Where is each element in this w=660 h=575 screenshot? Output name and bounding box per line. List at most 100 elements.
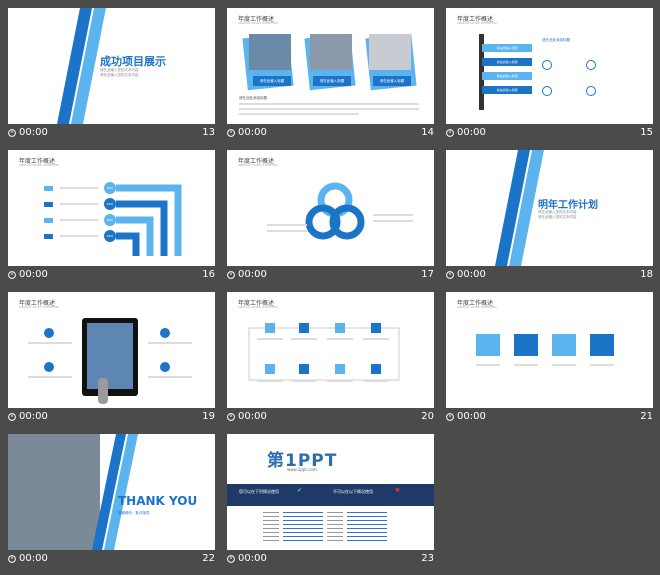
timer: 00:00 [8, 127, 48, 138]
slide-number: 13 [202, 127, 215, 138]
slide-thumb-14[interactable]: 年度工作概述 ANNUAL WORK OVERVIEW 请在此输入标题 请在此输… [227, 8, 434, 142]
clock-icon [8, 554, 16, 563]
circle-icon [586, 60, 596, 70]
slide-13-line1: 请在此输入您的文本内容 [100, 68, 139, 72]
link-list-left [283, 512, 323, 542]
timer: 00:00 [446, 411, 486, 422]
slide-number: 19 [202, 411, 215, 422]
clock-icon [227, 412, 235, 421]
text-line [148, 376, 192, 378]
timer-label: 00:00 [238, 411, 267, 422]
clock-icon [227, 554, 235, 563]
slide-18-line2: 请在此输入您的文本内容 [538, 215, 577, 219]
clock-icon [446, 128, 454, 137]
slide-thumb-16[interactable]: 年度工作概述 ANNUAL WORK OVERVIEW 40% 60% 80% … [8, 150, 215, 284]
slide-thumb-20[interactable]: 年度工作概述 ANNUAL WORK OVERVIEW 00:00 20 [227, 292, 434, 426]
slide-15-subtitle: ANNUAL WORK OVERVIEW [457, 21, 497, 25]
timer: 00:00 [227, 553, 267, 564]
circle-icon [44, 362, 54, 372]
qr-list [327, 512, 343, 542]
timer: 00:00 [227, 411, 267, 422]
slide-thumb-17[interactable]: 年度工作概述 ANNUAL WORK OVERVIEW 00:00 17 [227, 150, 434, 284]
check-icon: ✔ [297, 487, 303, 494]
timer: 00:00 [446, 127, 486, 138]
hand-icon [98, 378, 108, 404]
timer-label: 00:00 [19, 127, 48, 138]
text-line [590, 364, 614, 366]
slide-thumb-23[interactable]: 第1PPT www.1ppt.com 您可以在下列情况使用 不可以在以下情况使用… [227, 434, 434, 568]
tablet-screen [87, 323, 133, 389]
slide-thumb-18[interactable]: 明年工作计划 请在此输入您的文本内容 请在此输入您的文本内容 00:00 18 [446, 150, 653, 284]
text-line [552, 364, 576, 366]
step-4: 请在此输入标题 [482, 86, 532, 94]
step-2: 请在此输入标题 [482, 58, 532, 66]
circle-icon [542, 60, 552, 70]
slide-22-title: THANK YOU [118, 494, 198, 508]
timer: 00:00 [8, 269, 48, 280]
clock-icon [227, 270, 235, 279]
pct-1: 40% [106, 186, 114, 190]
slide-18-title: 明年工作计划 [538, 200, 598, 211]
slide-thumb-15[interactable]: 年度工作概述 ANNUAL WORK OVERVIEW 请在此输入标题 请在此输… [446, 8, 653, 142]
text-line [28, 376, 72, 378]
slide-22-line1: 感谢聆听 · 批评指导 [118, 511, 150, 515]
pct-2: 60% [106, 202, 114, 206]
timer: 00:00 [446, 269, 486, 280]
logo-url: www.1ppt.com [287, 467, 317, 472]
slide-thumb-21[interactable]: 年度工作概述 ANNUAL WORK OVERVIEW 00:00 21 [446, 292, 653, 426]
puzzle-piece-2 [514, 334, 538, 356]
text-line [148, 342, 192, 344]
text-line [239, 103, 419, 105]
process-flow [248, 323, 400, 382]
slide-15-head: 请在此处添加标题 [542, 38, 570, 42]
photo-3-caption: 请在此输入标题 [373, 76, 411, 86]
slide-number: 23 [421, 553, 434, 564]
link-list-right [347, 512, 387, 542]
slide-21-subtitle: ANNUAL WORK OVERVIEW [457, 305, 497, 309]
slide-19-subtitle: ANNUAL WORK OVERVIEW [19, 305, 59, 309]
slide-22-stripes [92, 434, 138, 550]
slide-14-subtitle: ANNUAL WORK OVERVIEW [238, 21, 278, 25]
timer: 00:00 [227, 127, 267, 138]
timer: 00:00 [8, 411, 48, 422]
clock-icon [227, 128, 235, 137]
timer-label: 00:00 [238, 269, 267, 280]
info-bar-right: 不可以在以下情况使用 [333, 489, 373, 494]
text-line [476, 364, 500, 366]
slide-number: 22 [202, 553, 215, 564]
slide-13-title: 成功项目展示 [100, 55, 166, 68]
pct-4: 90% [106, 234, 114, 238]
slide-16-bend-arrows [44, 182, 182, 256]
text-line [239, 108, 419, 110]
circle-icon [160, 362, 170, 372]
timer: 00:00 [8, 553, 48, 564]
photo-2 [310, 34, 352, 70]
info-bar [227, 484, 434, 506]
slide-number: 20 [421, 411, 434, 422]
circle-icon [160, 328, 170, 338]
text-line [28, 342, 72, 344]
slide-number: 17 [421, 269, 434, 280]
slide-number: 18 [640, 269, 653, 280]
slide-thumb-19[interactable]: 年度工作概述 ANNUAL WORK OVERVIEW 00:00 19 [8, 292, 215, 426]
clock-icon [8, 128, 16, 137]
slide-number: 16 [202, 269, 215, 280]
timer-label: 00:00 [19, 269, 48, 280]
photo-1-caption: 请在此输入标题 [253, 76, 291, 86]
slide-18-line1: 请在此输入您的文本内容 [538, 210, 577, 214]
slide-thumb-22[interactable]: THANK YOU 感谢聆听 · 批评指导 00:00 22 [8, 434, 215, 568]
qr-list [263, 512, 279, 542]
timer-label: 00:00 [457, 269, 486, 280]
slide-thumb-13[interactable]: 成功项目展示 请在此输入您的文本内容 请在此输入您的文本内容 00:00 13 [8, 8, 215, 142]
timer: 00:00 [227, 269, 267, 280]
puzzle-piece-3 [552, 334, 576, 356]
text-line [239, 113, 359, 115]
puzzle-piece-4 [590, 334, 614, 356]
slide-13-line2: 请在此输入您的文本内容 [100, 73, 139, 77]
clock-icon [446, 412, 454, 421]
timer-label: 00:00 [457, 411, 486, 422]
text-line [514, 364, 538, 366]
photo-3 [369, 34, 411, 70]
pct-3: 80% [106, 218, 114, 222]
cycle-diagram [267, 182, 413, 240]
